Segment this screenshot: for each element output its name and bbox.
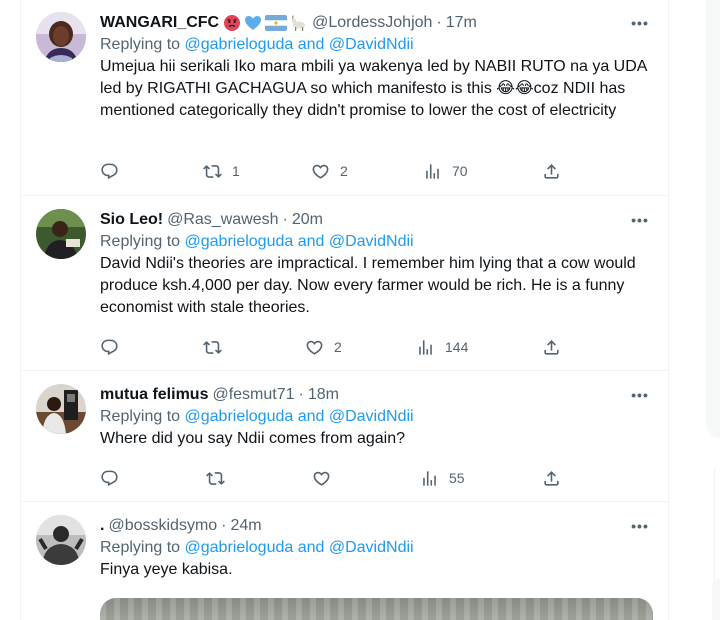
separator-dot: ·	[221, 517, 227, 534]
like-icon	[305, 338, 324, 357]
mention-and[interactable]: and	[293, 233, 329, 250]
views-button[interactable]: 70	[423, 160, 468, 182]
goat-icon	[291, 15, 306, 31]
mention-link[interactable]: @DavidNdii	[329, 233, 414, 250]
retweet-icon	[206, 469, 225, 488]
retweet-count: 1	[232, 163, 240, 179]
avatar[interactable]	[36, 209, 86, 259]
blue-heart-icon	[245, 16, 262, 30]
user-handle[interactable]: @fesmut71	[212, 386, 294, 404]
replying-to: Replying to @gabrieloguda and @DavidNdii	[100, 539, 414, 556]
tweet-actions: 55	[100, 467, 568, 489]
user-handle[interactable]: @bosskidsymo	[108, 517, 217, 535]
view-count: 144	[445, 339, 469, 355]
user-handle[interactable]: @LordessJohjoh	[312, 14, 432, 32]
views-button[interactable]: 144	[416, 336, 468, 358]
tweet-text: Where did you say Ndii comes from again?	[100, 430, 406, 447]
retweet-button[interactable]	[206, 467, 235, 489]
mention-link[interactable]: @gabrieloguda	[185, 539, 294, 556]
avatar[interactable]	[36, 384, 86, 434]
tweet-text: David Ndii's theories are impractical. I…	[100, 255, 636, 316]
like-button[interactable]: 2	[311, 160, 348, 182]
retweet-button[interactable]	[203, 336, 232, 358]
tweet-actions: 2 144	[100, 336, 568, 358]
separator-dot: ·	[436, 14, 442, 31]
reply-icon	[100, 469, 119, 488]
like-count: 2	[340, 163, 348, 179]
reply-button[interactable]	[100, 336, 119, 358]
replying-to: Replying to @gabrieloguda and @DavidNdii	[100, 36, 414, 53]
tweet-1[interactable]: WANGARI_CFC @LordessJohjoh · 17m ••• Rep…	[20, 0, 669, 196]
replying-to: Replying to @gabrieloguda and @DavidNdii	[100, 233, 414, 250]
mention-and[interactable]: and	[293, 36, 329, 53]
like-count: 2	[334, 339, 342, 355]
media-image[interactable]	[100, 598, 653, 620]
argentina-flag-icon	[265, 15, 288, 31]
display-name[interactable]: .	[100, 517, 104, 535]
display-name[interactable]: WANGARI_CFC	[100, 14, 219, 32]
reply-button[interactable]	[100, 467, 119, 489]
like-icon	[312, 469, 331, 488]
share-button[interactable]	[542, 160, 561, 182]
reply-icon	[100, 162, 119, 181]
mention-link[interactable]: @gabrieloguda	[185, 36, 294, 53]
reply-icon	[100, 338, 119, 357]
reply-button[interactable]	[100, 160, 119, 182]
more-icon[interactable]: •••	[629, 209, 651, 231]
retweet-icon	[203, 162, 222, 181]
views-button[interactable]: 55	[420, 467, 465, 489]
separator-dot: ·	[298, 386, 304, 403]
retweet-button[interactable]: 1	[203, 160, 240, 182]
timestamp[interactable]: 17m	[446, 14, 477, 32]
like-button[interactable]	[312, 467, 341, 489]
more-icon[interactable]: •••	[629, 12, 651, 34]
avatar[interactable]	[36, 12, 86, 62]
angry-face-icon	[224, 15, 241, 31]
user-handle[interactable]: @Ras_wawesh	[167, 211, 278, 229]
display-name[interactable]: mutua felimus	[100, 386, 208, 404]
like-button[interactable]: 2	[305, 336, 342, 358]
right-sidebar-card	[706, 0, 720, 438]
timestamp[interactable]: 20m	[292, 211, 323, 229]
mention-link[interactable]: @DavidNdii	[329, 36, 414, 53]
retweet-icon	[203, 338, 222, 357]
view-count: 55	[449, 470, 465, 486]
display-name[interactable]: Sio Leo!	[100, 211, 163, 229]
tweet-actions: 1 2 70	[100, 160, 568, 182]
like-icon	[311, 162, 330, 181]
mention-link[interactable]: @gabrieloguda	[185, 408, 294, 425]
share-button[interactable]	[542, 336, 561, 358]
share-icon	[542, 338, 561, 357]
replying-to: Replying to @gabrieloguda and @DavidNdii	[100, 408, 414, 425]
mention-link[interactable]: @DavidNdii	[329, 539, 414, 556]
tweet-3[interactable]: mutua felimus @fesmut71 · 18m ••• Replyi…	[20, 371, 669, 502]
tweet-2[interactable]: Sio Leo! @Ras_wawesh · 20m ••• Replying …	[20, 196, 669, 371]
tweet-text: Finya yeye kabisa.	[100, 561, 233, 578]
mention-link[interactable]: @gabrieloguda	[185, 233, 294, 250]
views-icon	[416, 338, 435, 357]
share-icon	[542, 469, 561, 488]
more-icon[interactable]: •••	[629, 384, 651, 406]
timestamp[interactable]: 18m	[308, 386, 339, 404]
mention-link[interactable]: @DavidNdii	[329, 408, 414, 425]
mention-and[interactable]: and	[293, 408, 329, 425]
timestamp[interactable]: 24m	[231, 517, 262, 535]
tears-of-joy-emoji: 😂😂	[496, 80, 534, 97]
separator-dot: ·	[282, 211, 288, 228]
views-icon	[420, 469, 439, 488]
avatar[interactable]	[36, 515, 86, 565]
tweet-4[interactable]: . @bosskidsymo · 24m ••• Replying to @ga…	[20, 502, 669, 620]
more-icon[interactable]: •••	[629, 515, 651, 537]
view-count: 70	[452, 163, 468, 179]
name-emojis	[223, 14, 308, 32]
tweet-text: Umejua hii serikali Iko mara mbili ya wa…	[100, 58, 647, 119]
right-sidebar-card-2	[712, 578, 720, 620]
views-icon	[423, 162, 442, 181]
share-button[interactable]	[542, 467, 561, 489]
mention-and[interactable]: and	[293, 539, 329, 556]
share-icon	[542, 162, 561, 181]
